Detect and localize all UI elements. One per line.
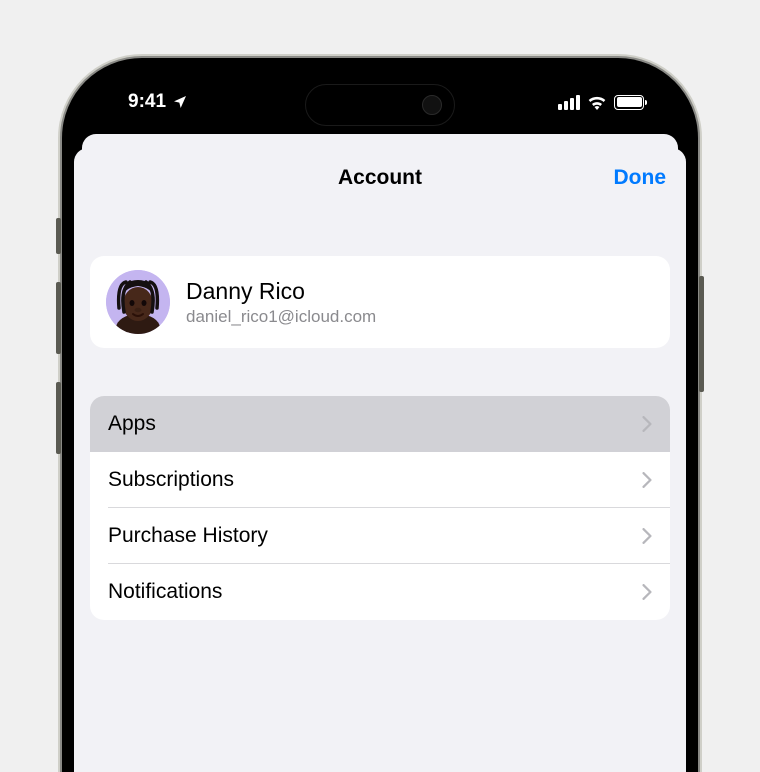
status-time-area: 9:41: [110, 83, 188, 113]
sheet-content: Danny Rico daniel_rico1@icloud.com Apps …: [74, 208, 686, 620]
menu-item-label: Notifications: [108, 580, 222, 604]
phone-screen: 9:41 Account Done: [74, 70, 686, 772]
phone-frame: 9:41 Account Done: [62, 58, 698, 772]
phone-side-buttons-right: [699, 276, 704, 392]
camera-dot: [422, 95, 442, 115]
chevron-right-icon: [642, 472, 652, 488]
sheet-title: Account: [338, 166, 422, 190]
battery-icon: [614, 95, 644, 110]
menu-item-label: Subscriptions: [108, 468, 234, 492]
menu-item-subscriptions[interactable]: Subscriptions: [90, 452, 670, 508]
account-menu-list: Apps Subscriptions Purchase History Noti…: [90, 396, 670, 620]
status-time: 9:41: [128, 91, 166, 113]
account-sheet: Account Done: [74, 148, 686, 772]
chevron-right-icon: [642, 528, 652, 544]
chevron-right-icon: [642, 584, 652, 600]
dynamic-island: [305, 84, 455, 126]
profile-email: daniel_rico1@icloud.com: [186, 307, 376, 327]
status-indicators: [558, 87, 650, 110]
menu-item-apps[interactable]: Apps: [90, 396, 670, 452]
chevron-right-icon: [642, 416, 652, 432]
menu-item-label: Apps: [108, 412, 156, 436]
phone-side-buttons-left: [56, 218, 60, 454]
menu-item-purchase-history[interactable]: Purchase History: [90, 508, 670, 564]
sheet-header: Account Done: [74, 148, 686, 208]
menu-item-label: Purchase History: [108, 524, 268, 548]
wifi-icon: [587, 95, 607, 110]
profile-name: Danny Rico: [186, 278, 376, 305]
done-button[interactable]: Done: [614, 166, 667, 190]
avatar: [106, 270, 170, 334]
menu-item-notifications[interactable]: Notifications: [90, 564, 670, 620]
cellular-icon: [558, 95, 580, 110]
location-arrow-icon: [172, 94, 188, 110]
profile-text: Danny Rico daniel_rico1@icloud.com: [186, 278, 376, 327]
profile-card[interactable]: Danny Rico daniel_rico1@icloud.com: [90, 256, 670, 348]
